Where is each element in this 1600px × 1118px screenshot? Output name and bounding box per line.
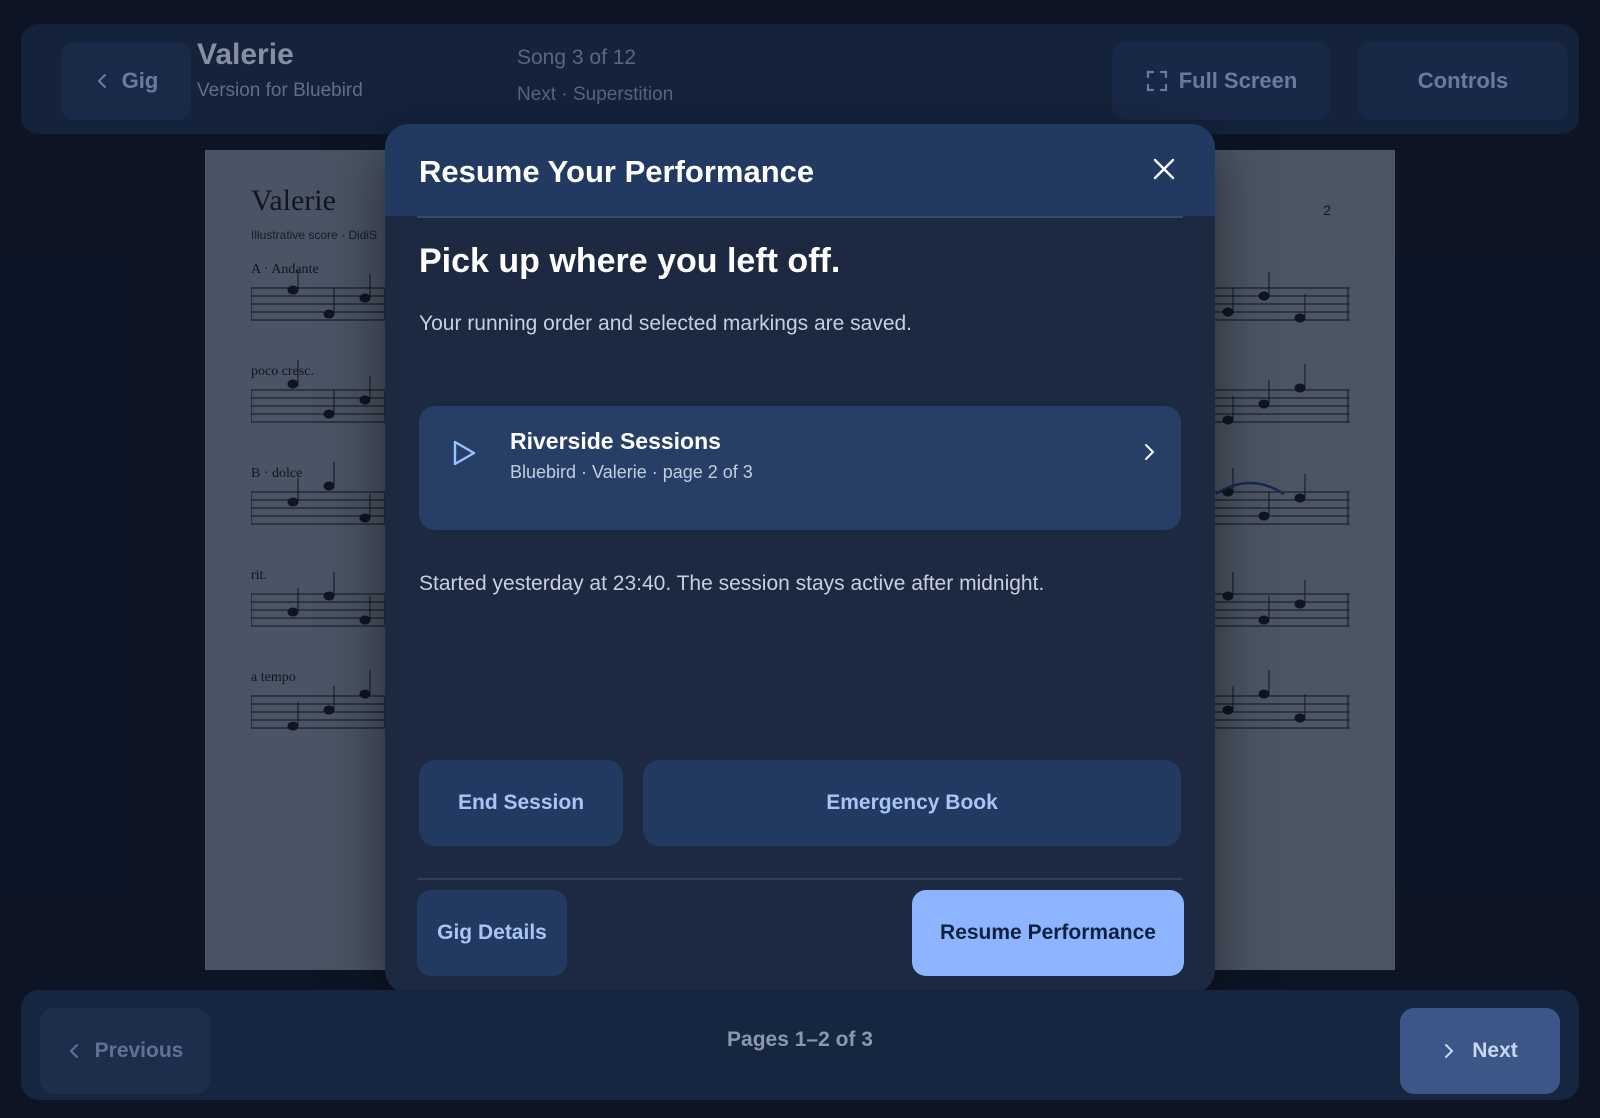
next-label: Next — [1472, 1039, 1518, 1062]
session-started-note: Started yesterday at 23:40. The session … — [419, 572, 1045, 595]
dialog-header: Resume Your Performance — [385, 124, 1215, 216]
resume-performance-dialog: Resume Your Performance Pick up where yo… — [385, 124, 1215, 994]
dialog-description: Your running order and selected markings… — [419, 312, 913, 335]
divider — [417, 216, 1183, 218]
gig-details-button[interactable]: Gig Details — [417, 890, 567, 976]
session-name: Riverside Sessions — [510, 428, 721, 454]
emergency-book-button[interactable]: Emergency Book — [643, 760, 1181, 846]
page-indicator: Pages 1–2 of 3 — [727, 1028, 873, 1051]
chevron-right-icon — [1145, 444, 1155, 460]
divider — [417, 878, 1183, 880]
close-icon[interactable] — [1151, 156, 1177, 182]
bottom-bar: Previous Pages 1–2 of 3 Next — [21, 990, 1579, 1100]
session-card[interactable]: Riverside Sessions Bluebird · Valerie · … — [419, 406, 1181, 530]
dialog-title: Resume Your Performance — [419, 154, 815, 189]
next-button[interactable]: Next — [1400, 1008, 1560, 1094]
dialog-headline: Pick up where you left off. — [419, 242, 841, 280]
session-details: Bluebird · Valerie · page 2 of 3 — [510, 462, 753, 482]
resume-performance-button[interactable]: Resume Performance — [912, 890, 1184, 976]
chevron-right-icon — [1445, 1044, 1454, 1058]
play-icon — [453, 440, 476, 466]
end-session-button[interactable]: End Session — [419, 760, 623, 846]
